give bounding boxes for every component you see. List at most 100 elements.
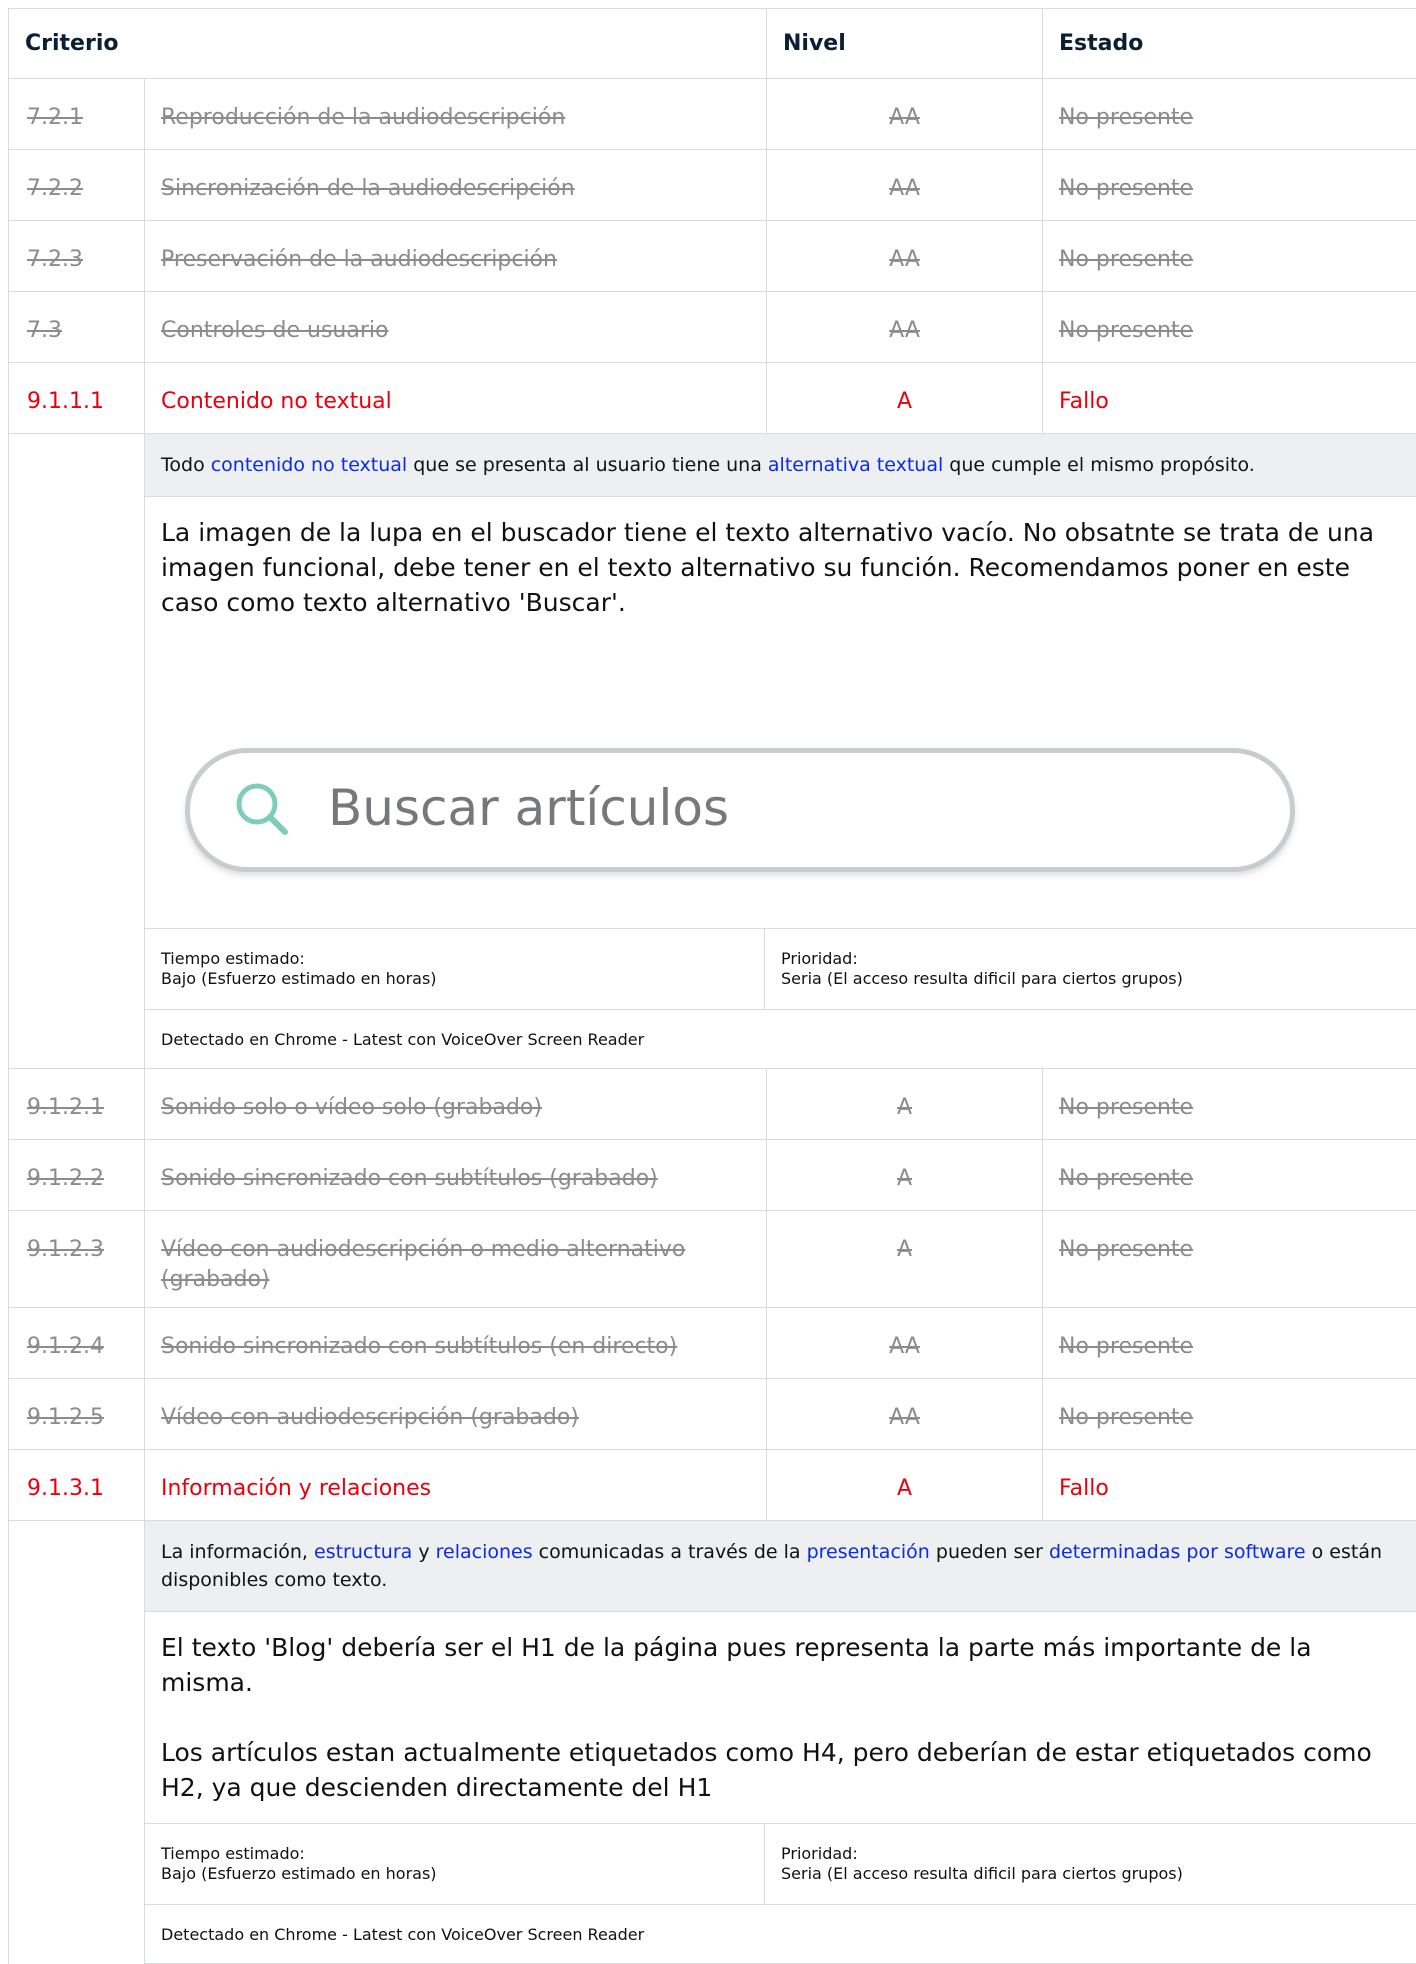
- search-placeholder: Buscar artículos: [328, 775, 729, 841]
- desc-text: y: [412, 1541, 435, 1563]
- criterion-id: 9.1.1.1: [9, 363, 145, 434]
- table-row: 9.1.2.4 Sonido sincronizado con subtítul…: [9, 1308, 1416, 1379]
- criterion-id: 7.2.2: [9, 150, 145, 221]
- header-estado: Estado: [1043, 9, 1416, 79]
- fail-detail-row: Todo contenido no textual que se present…: [9, 434, 1416, 1069]
- criterion-name: Controles de usuario: [145, 292, 767, 363]
- criterion-status: No presente: [1043, 221, 1416, 292]
- criterion-name: Sonido sincronizado con subtítulos (grab…: [145, 1140, 767, 1211]
- desc-text: pueden ser: [930, 1541, 1049, 1563]
- criterion-level: A: [767, 363, 1043, 434]
- table-row: 9.1.2.2 Sonido sincronizado con subtítul…: [9, 1140, 1416, 1211]
- estimated-time: Tiempo estimado:Bajo (Esfuerzo estimado …: [145, 1824, 765, 1904]
- note-paragraph: El texto 'Blog' debería ser el H1 de la …: [161, 1630, 1400, 1700]
- criterion-level: AA: [889, 1334, 920, 1359]
- search-bar-image: Buscar artículos: [185, 748, 1295, 872]
- desc-text: La información,: [161, 1541, 314, 1563]
- criterion-level: AA: [889, 318, 920, 343]
- criterion-status: No presente: [1043, 1211, 1416, 1308]
- header-criterio: Criterio: [9, 9, 767, 79]
- magnifier-icon: [232, 779, 292, 839]
- fail-detail: La información, estructura y relaciones …: [145, 1521, 1416, 1964]
- priority: Prioridad:Seria (El acceso resulta dific…: [765, 929, 1199, 1009]
- meta-row: Tiempo estimado:Bajo (Esfuerzo estimado …: [145, 1823, 1416, 1904]
- criterion-level: AA: [889, 176, 920, 201]
- link-alternativa-textual[interactable]: alternativa textual: [768, 454, 943, 476]
- criterion-id: 9.1.2.3: [9, 1211, 145, 1308]
- desc-text: que cumple el mismo propósito.: [943, 454, 1255, 476]
- criterion-status: No presente: [1043, 292, 1416, 363]
- criterion-level: AA: [889, 247, 920, 272]
- link-presentacion[interactable]: presentación: [807, 1541, 930, 1563]
- table-row: 7.3 Controles de usuario AA No presente: [9, 292, 1416, 363]
- criterion-status: Fallo: [1043, 363, 1416, 434]
- criterion-level: AA: [889, 105, 920, 130]
- criterion-description: La información, estructura y relaciones …: [145, 1521, 1416, 1612]
- estimated-time: Tiempo estimado:Bajo (Esfuerzo estimado …: [145, 929, 765, 1009]
- table-row: 9.1.2.1 Sonido solo o vídeo solo (grabad…: [9, 1069, 1416, 1140]
- link-contenido-no-textual[interactable]: contenido no textual: [211, 454, 407, 476]
- criterion-status: No presente: [1043, 79, 1416, 150]
- table-header: Criterio Nivel Estado: [9, 9, 1416, 79]
- time-value: Bajo (Esfuerzo estimado en horas): [161, 969, 748, 989]
- accessibility-report: Criterio Nivel Estado 7.2.1 Reproducción…: [8, 8, 1416, 1964]
- table-row: 7.2.1 Reproducción de la audiodescripció…: [9, 79, 1416, 150]
- time-label: Tiempo estimado:: [161, 949, 748, 969]
- time-value: Bajo (Esfuerzo estimado en horas): [161, 1864, 748, 1884]
- criterion-status: No presente: [1043, 150, 1416, 221]
- criterion-id: 7.3: [9, 292, 145, 363]
- criteria-table: Criterio Nivel Estado 7.2.1 Reproducción…: [8, 8, 1416, 1964]
- table-row: 9.1.2.5 Vídeo con audiodescripción (grab…: [9, 1379, 1416, 1450]
- note-paragraph: Los artículos estan actualmente etiqueta…: [161, 1735, 1400, 1805]
- criterion-id: 9.1.2.1: [9, 1069, 145, 1140]
- table-row-fail: 9.1.3.1 Información y relaciones A Fallo: [9, 1450, 1416, 1521]
- table-row: 9.1.2.3 Vídeo con audiodescripción o med…: [9, 1211, 1416, 1308]
- criterion-description: Todo contenido no textual que se present…: [145, 434, 1416, 497]
- detected-in: Detectado en Chrome - Latest con VoiceOv…: [145, 1904, 1416, 1963]
- criterion-name: Reproducción de la audiodescripción: [145, 79, 767, 150]
- criterion-id: 9.1.2.2: [9, 1140, 145, 1211]
- criterion-name: Sincronización de la audiodescripción: [145, 150, 767, 221]
- detected-in: Detectado en Chrome - Latest con VoiceOv…: [145, 1009, 1416, 1068]
- link-estructura[interactable]: estructura: [314, 1541, 412, 1563]
- criterion-id: 9.1.2.5: [9, 1379, 145, 1450]
- criterion-level: AA: [889, 1405, 920, 1430]
- criterion-id: 9.1.3.1: [9, 1450, 145, 1521]
- priority-value: Seria (El acceso resulta dificil para ci…: [781, 1864, 1183, 1884]
- desc-text: comunicadas a través de la: [533, 1541, 807, 1563]
- criterion-level: A: [897, 1095, 912, 1120]
- table-row-fail: 9.1.1.1 Contenido no textual A Fallo: [9, 363, 1416, 434]
- priority-value: Seria (El acceso resulta dificil para ci…: [781, 969, 1183, 989]
- priority-label: Prioridad:: [781, 1844, 1183, 1864]
- criterion-name: Contenido no textual: [145, 363, 767, 434]
- priority-label: Prioridad:: [781, 949, 1183, 969]
- table-row: 7.2.3 Preservación de la audiodescripció…: [9, 221, 1416, 292]
- criterion-level: A: [897, 1237, 912, 1262]
- table-row: 7.2.2 Sincronización de la audiodescripc…: [9, 150, 1416, 221]
- criterion-status: No presente: [1043, 1308, 1416, 1379]
- criterion-name: Sonido sincronizado con subtítulos (en d…: [145, 1308, 767, 1379]
- criterion-name: Sonido solo o vídeo solo (grabado): [145, 1069, 767, 1140]
- criterion-name: Vídeo con audiodescripción o medio alter…: [145, 1211, 767, 1308]
- criterion-level: A: [767, 1450, 1043, 1521]
- fail-detail-row: La información, estructura y relaciones …: [9, 1521, 1416, 1964]
- finding-note: El texto 'Blog' debería ser el H1 de la …: [145, 1612, 1416, 1823]
- criterion-name: Vídeo con audiodescripción (grabado): [145, 1379, 767, 1450]
- priority: Prioridad:Seria (El acceso resulta dific…: [765, 1824, 1199, 1904]
- desc-text: Todo: [161, 454, 211, 476]
- desc-text: que se presenta al usuario tiene una: [407, 454, 768, 476]
- criterion-status: No presente: [1043, 1140, 1416, 1211]
- note-paragraph: La imagen de la lupa en el buscador tien…: [161, 515, 1400, 620]
- criterion-id: 7.2.3: [9, 221, 145, 292]
- meta-row: Tiempo estimado:Bajo (Esfuerzo estimado …: [145, 928, 1416, 1009]
- criterion-name: Preservación de la audiodescripción: [145, 221, 767, 292]
- search-bar-screenshot: Buscar artículos: [145, 638, 1416, 928]
- link-determinadas-por-software[interactable]: determinadas por software: [1049, 1541, 1306, 1563]
- header-nivel: Nivel: [767, 9, 1043, 79]
- time-label: Tiempo estimado:: [161, 1844, 748, 1864]
- criterion-status: No presente: [1043, 1069, 1416, 1140]
- link-relaciones[interactable]: relaciones: [436, 1541, 533, 1563]
- criterion-status: No presente: [1043, 1379, 1416, 1450]
- criterion-id: 7.2.1: [9, 79, 145, 150]
- fail-detail: Todo contenido no textual que se present…: [145, 434, 1416, 1069]
